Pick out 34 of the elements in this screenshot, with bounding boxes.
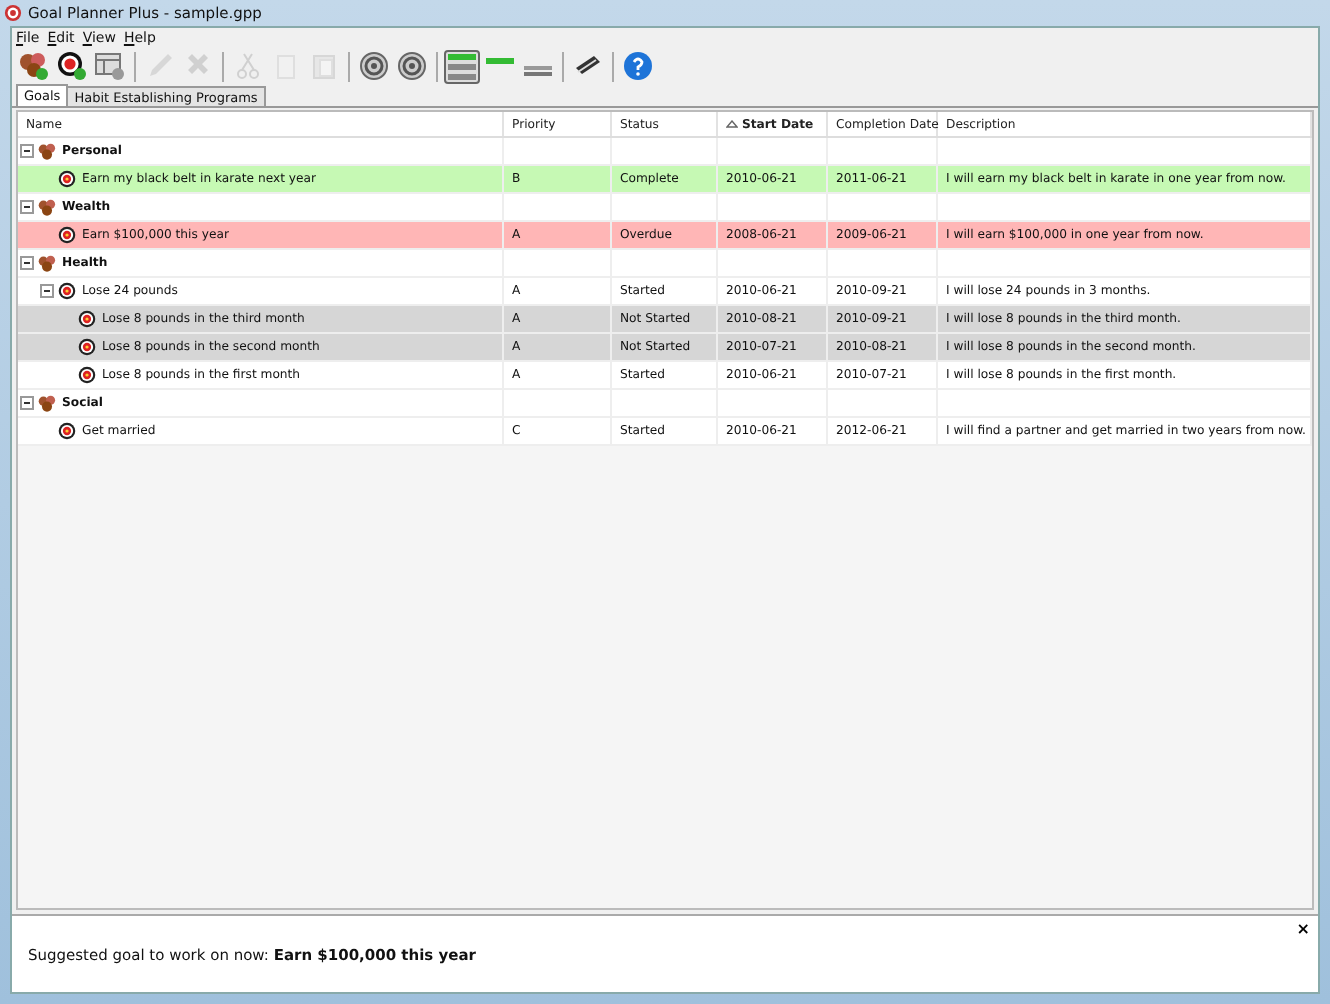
add-category-button[interactable] <box>16 49 52 83</box>
collapse-icon[interactable] <box>20 396 34 410</box>
target-icon <box>58 170 76 188</box>
collapse-icon[interactable] <box>20 200 34 214</box>
cut-icon <box>232 50 264 82</box>
add-goal-button[interactable] <box>54 49 90 83</box>
close-button[interactable]: × <box>1296 920 1310 938</box>
sort-arrow-icon <box>726 120 738 128</box>
app-icon <box>4 4 22 22</box>
table-button[interactable] <box>92 49 128 83</box>
paste-icon <box>308 50 340 82</box>
target-icon <box>58 422 76 440</box>
add-category-icon <box>18 50 50 82</box>
bars-top-icon <box>484 55 516 65</box>
edit-icon <box>144 50 176 82</box>
category-icon <box>38 142 56 160</box>
collapse-icon[interactable] <box>40 284 54 298</box>
bars-bottom-icon <box>522 63 554 77</box>
add-goal-icon <box>56 50 88 82</box>
category-icon <box>38 198 56 216</box>
target-icon <box>78 366 96 384</box>
target-icon <box>78 310 96 328</box>
target-icon <box>58 282 76 300</box>
help-button[interactable] <box>620 49 656 83</box>
category-icon <box>38 254 56 272</box>
category-icon <box>38 394 56 412</box>
collapse-icon[interactable] <box>20 256 34 270</box>
bars-all-button[interactable] <box>444 49 480 83</box>
table-icon <box>94 50 126 82</box>
bars-all-icon <box>446 50 478 82</box>
target-icon <box>58 226 76 244</box>
help-icon <box>622 50 654 82</box>
target-icon <box>78 338 96 356</box>
collapse-icon[interactable] <box>20 144 34 158</box>
